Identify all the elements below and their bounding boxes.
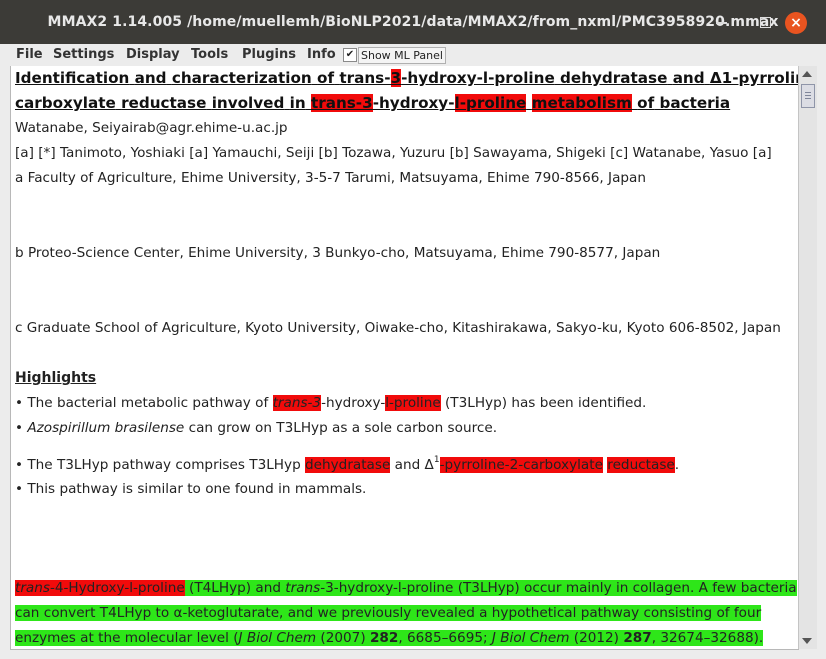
title-word[interactable]: and: [135, 69, 167, 87]
minimize-button[interactable]: [706, 0, 736, 44]
affiliation-b[interactable]: b Proteo-Science Center, Ehime Universit…: [15, 243, 660, 263]
sentence-highlight[interactable]: , 32674–32688).: [651, 630, 764, 646]
text-span[interactable]: -hydroxy-: [321, 395, 385, 411]
scrollbar-thumb[interactable]: [801, 84, 815, 108]
maximize-icon: [759, 17, 771, 28]
menu-info[interactable]: Info: [307, 44, 336, 66]
title-token[interactable]: trans-: [339, 69, 390, 87]
markable-highlight[interactable]: reductase: [607, 457, 675, 473]
author-email-line[interactable]: Watanabe, Seiyairab@agr.ehime-u.ac.jp: [15, 118, 288, 138]
abstract-line-3[interactable]: enzymes at the molecular level (J Biol C…: [15, 628, 764, 648]
abstract-line-1[interactable]: trans-4-Hydroxy-l-proline (T4LHyp) and t…: [15, 578, 797, 598]
show-ml-panel-label[interactable]: Show ML Panel: [358, 47, 446, 64]
text-span[interactable]: •: [15, 420, 27, 436]
highlight-item-1[interactable]: • The bacterial metabolic pathway of tra…: [15, 393, 646, 413]
menu-settings[interactable]: Settings: [53, 44, 114, 66]
sentence-highlight[interactable]: -3-hydroxy-l-proline (T3LHyp) occur main…: [320, 580, 797, 596]
sentence-highlight[interactable]: enzymes at the molecular level (: [15, 630, 239, 646]
markable-highlight[interactable]: dehydratase: [305, 457, 391, 473]
highlight-item-3[interactable]: • The T3LHyp pathway comprises T3LHyp de…: [15, 450, 679, 475]
menu-file[interactable]: File: [16, 44, 43, 66]
scroll-up-arrow-icon[interactable]: [802, 71, 812, 77]
sentence-highlight[interactable]: , 6685–6695;: [398, 630, 492, 646]
show-ml-panel-checkbox[interactable]: ✔: [343, 48, 357, 62]
scroll-down-arrow-icon[interactable]: [802, 638, 812, 644]
title-word-trans[interactable]: trans-3-hydroxy-l-proline: [339, 69, 555, 87]
minimize-icon: [715, 21, 727, 24]
text-span[interactable]: • The T3LHyp pathway comprises T3LHyp: [15, 457, 305, 473]
markable-highlight[interactable]: -pyrroline-2-carboxylate: [439, 457, 603, 473]
vertical-scrollbar[interactable]: [798, 66, 817, 649]
markable-highlight[interactable]: l-proline: [454, 94, 527, 112]
maximize-button[interactable]: [750, 0, 780, 44]
title-word[interactable]: dehydratase: [560, 69, 667, 87]
text-span[interactable]: (T3LHyp) has been identified.: [441, 395, 646, 411]
markable-highlight[interactable]: l-proline: [385, 395, 441, 411]
title-word[interactable]: characterization: [172, 69, 312, 87]
markable-highlight[interactable]: metabolism: [531, 94, 632, 112]
title-word[interactable]: Δ1-pyrroline-2-: [710, 69, 799, 87]
grip-line: [805, 98, 811, 99]
close-icon: ×: [790, 15, 802, 31]
title-word[interactable]: Identification: [15, 69, 129, 87]
text-span[interactable]: and Δ: [390, 457, 434, 473]
sentence-highlight[interactable]: (2012): [569, 630, 624, 646]
sentence-highlight[interactable]: trans: [285, 580, 321, 596]
title-word[interactable]: in: [290, 94, 306, 112]
sentence-highlight[interactable]: can convert T4LHyp to α-ketoglutarate, a…: [15, 605, 762, 621]
markable-highlight[interactable]: trans-3: [272, 395, 322, 411]
affiliation-c[interactable]: c Graduate School of Agriculture, Kyoto …: [15, 318, 781, 338]
article-title-line-1: Identification and characterization of t…: [15, 68, 799, 88]
italic-token[interactable]: Azospirillum brasilense: [27, 420, 184, 436]
title-word[interactable]: involved: [212, 94, 285, 112]
menu-plugins[interactable]: Plugins: [242, 44, 296, 66]
italic-token[interactable]: trans-3: [273, 395, 322, 411]
title-bar: MMAX2 1.14.005 /home/muellemh/BioNLP2021…: [0, 0, 826, 44]
sentence-highlight[interactable]: J Biol Chem: [491, 630, 570, 646]
title-word[interactable]: and: [673, 69, 705, 87]
title-word[interactable]: bacteria: [660, 94, 731, 112]
markable-highlight[interactable]: -4-Hydroxy-l-proline: [49, 580, 185, 596]
sentence-highlight[interactable]: 287: [623, 630, 652, 646]
window-title: MMAX2 1.14.005 /home/muellemh/BioNLP2021…: [47, 14, 779, 30]
sentence-highlight[interactable]: (T4LHyp) and: [184, 580, 286, 596]
document-text-area[interactable]: Identification and characterization of t…: [10, 66, 799, 650]
markable-highlight[interactable]: trans: [15, 580, 50, 596]
window-bottom-frame: [10, 650, 816, 659]
title-token[interactable]: -hydroxy-: [373, 94, 455, 112]
highlight-item-4[interactable]: • This pathway is similar to one found i…: [15, 479, 366, 499]
highlights-heading[interactable]: Highlights: [15, 368, 96, 388]
menu-bar: File Settings Display Tools Plugins Info…: [10, 44, 816, 67]
grip-line: [805, 92, 811, 93]
article-title-line-2: carboxylate reductase involved in trans-…: [15, 93, 730, 113]
title-word[interactable]: carboxylate: [15, 94, 116, 112]
title-word-trans[interactable]: trans-3-hydroxy-l-proline: [310, 94, 527, 112]
title-word[interactable]: of: [637, 94, 654, 112]
authors-line[interactable]: [a] [*] Tanimoto, Yoshiaki [a] Yamauchi,…: [15, 143, 772, 163]
menu-display[interactable]: Display: [126, 44, 180, 66]
grip-line: [805, 95, 811, 96]
close-button[interactable]: ×: [785, 12, 807, 34]
sentence-highlight[interactable]: (2007): [316, 630, 370, 646]
text-span[interactable]: can grow on T3LHyp as a sole carbon sour…: [184, 420, 497, 436]
markable-highlight[interactable]: 3: [390, 69, 402, 87]
affiliation-a[interactable]: a Faculty of Agriculture, Ehime Universi…: [15, 168, 646, 188]
markable-highlight[interactable]: trans-3: [310, 94, 373, 112]
abstract-line-2[interactable]: can convert T4LHyp to α-ketoglutarate, a…: [15, 603, 762, 623]
highlight-item-2[interactable]: • Azospirillum brasilense can grow on T3…: [15, 418, 497, 438]
text-span[interactable]: • The bacterial metabolic pathway of: [15, 395, 273, 411]
sentence-highlight[interactable]: J Biol Chem: [238, 630, 317, 646]
superscript: 1: [433, 455, 440, 465]
title-token[interactable]: -hydroxy-l-proline: [401, 69, 555, 87]
menu-tools[interactable]: Tools: [191, 44, 228, 66]
sentence-highlight[interactable]: 282: [369, 630, 399, 646]
text-span[interactable]: .: [675, 457, 679, 473]
title-word[interactable]: of: [317, 69, 334, 87]
title-word[interactable]: reductase: [121, 94, 206, 112]
